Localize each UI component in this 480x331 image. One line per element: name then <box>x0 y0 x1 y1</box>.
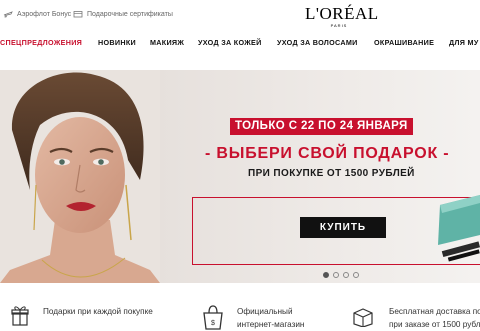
logo-sub: PARIS <box>330 23 348 28</box>
offer-headline: - ВЫБЕРИ СВОЙ ПОДАРОК - <box>205 145 450 162</box>
gift-card-icon <box>73 11 83 18</box>
features-strip: Подарки при каждой покупке $ Официальный… <box>0 300 480 330</box>
nav-item-special-offers[interactable]: СПЕЦПРЕДЛОЖЕНИЯ <box>0 38 82 47</box>
carousel-dots <box>323 272 359 278</box>
certificates-link[interactable]: Подарочные сертификаты <box>73 9 173 19</box>
feature-delivery-line2: при заказе от 1500 рубл <box>389 320 480 329</box>
main-nav: СПЕЦПРЕДЛОЖЕНИЯ НОВИНКИ МАКИЯЖ УХОД ЗА К… <box>0 38 480 52</box>
shopping-bag-icon: $ <box>203 305 223 330</box>
nav-item-coloring[interactable]: ОКРАШИВАНИЕ <box>374 38 434 47</box>
loreal-logo[interactable]: L'ORÉAL PARIS <box>305 4 379 29</box>
delivery-box-icon <box>353 308 373 327</box>
product-image <box>438 195 480 262</box>
carousel-dot-3[interactable] <box>343 272 349 278</box>
gift-icon <box>11 306 29 326</box>
nav-item-skin-care[interactable]: УХОД ЗА КОЖЕЙ <box>198 38 262 47</box>
offer-condition: ПРИ ПОКУПКЕ ОТ 1500 РУБЛЕЙ <box>248 168 415 179</box>
feature-gifts: Подарки при каждой покупке <box>43 307 153 316</box>
top-bar: Аэрофлот Бонус Подарочные сертификаты L'… <box>0 0 480 30</box>
nav-item-men[interactable]: ДЛЯ МУ <box>449 38 479 47</box>
model-photo <box>0 70 160 283</box>
aeroflot-link[interactable]: Аэрофлот Бонус <box>3 9 71 19</box>
feature-official-line1: Официальный <box>237 307 293 316</box>
buy-button[interactable]: КУПИТЬ <box>300 217 386 238</box>
logo-brand: L'ORÉAL <box>305 4 379 23</box>
feature-delivery-line1: Бесплатная доставка по <box>389 307 480 316</box>
nav-item-hair-care[interactable]: УХОД ЗА ВОЛОСАМИ <box>277 38 358 47</box>
plane-icon <box>3 11 13 18</box>
carousel-dot-1[interactable] <box>323 272 329 278</box>
nav-item-new[interactable]: НОВИНКИ <box>98 38 136 47</box>
carousel-dot-2[interactable] <box>333 272 339 278</box>
certificates-label: Подарочные сертификаты <box>87 10 173 18</box>
offer-dates: ТОЛЬКО С 22 ПО 24 ЯНВАРЯ <box>230 118 413 135</box>
svg-text:$: $ <box>211 320 215 327</box>
carousel-dot-4[interactable] <box>353 272 359 278</box>
nav-item-makeup[interactable]: МАКИЯЖ <box>150 38 184 47</box>
feature-official-line2: интернет-магазин <box>237 320 305 329</box>
aeroflot-label: Аэрофлот Бонус <box>17 10 72 18</box>
